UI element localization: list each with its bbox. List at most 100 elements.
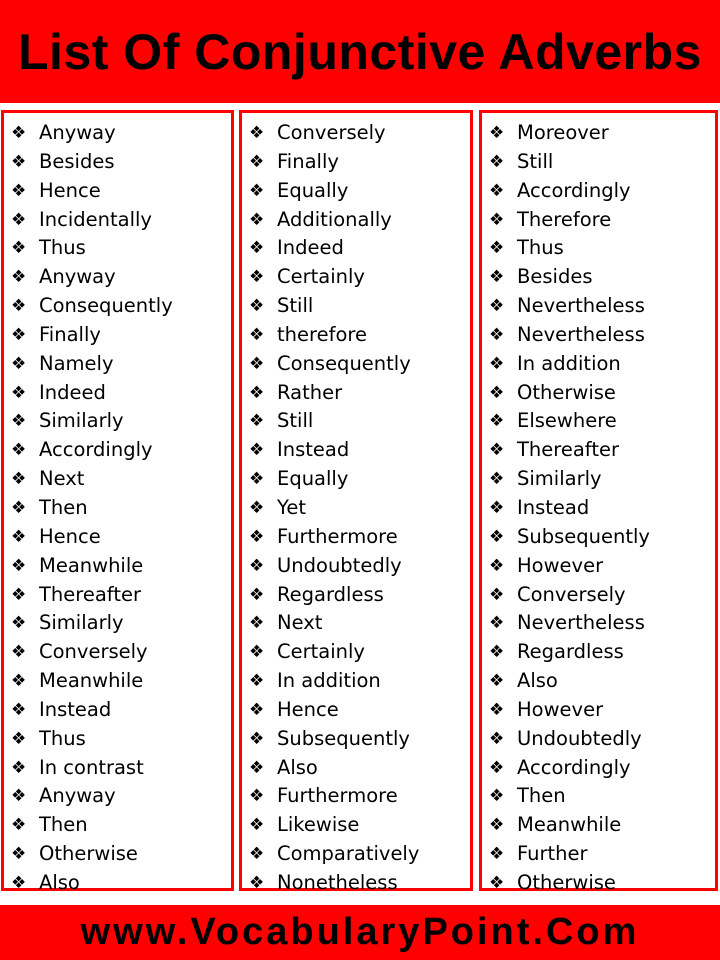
diamond-bullet-icon: ❖ [11,642,27,663]
diamond-bullet-icon: ❖ [489,872,505,893]
word-text: Besides [39,149,115,173]
list-item: ❖ Anyway [4,263,231,292]
list-item: ❖ Thereafter [482,436,715,465]
list-item: ❖ Certainly [242,263,470,292]
list-item: ❖ Thus [482,234,715,263]
diamond-bullet-icon: ❖ [249,324,265,345]
diamond-bullet-icon: ❖ [489,238,505,259]
diamond-bullet-icon: ❖ [249,555,265,576]
diamond-bullet-icon: ❖ [249,469,265,490]
list-item: ❖ Incidentally [4,206,231,235]
list-item: ❖ Still [242,292,470,321]
word-text: Meanwhile [39,669,144,693]
list-item: ❖ Besides [4,148,231,177]
list-item: ❖ Indeed [4,379,231,408]
list-item: ❖ Conversely [482,581,715,610]
list-item: ❖ Also [242,754,470,783]
list-item: ❖ Nevertheless [482,292,715,321]
word-text: Meanwhile [39,553,144,577]
word-text: Conversely [277,121,386,144]
diamond-bullet-icon: ❖ [11,872,27,893]
diamond-bullet-icon: ❖ [489,497,505,518]
list-item: ❖ Similarly [4,407,231,436]
diamond-bullet-icon: ❖ [11,411,27,432]
diamond-bullet-icon: ❖ [489,757,505,778]
diamond-bullet-icon: ❖ [11,584,27,605]
word-text: Similarly [39,611,124,635]
diamond-bullet-icon: ❖ [11,786,27,807]
word-column-3: ❖ Moreover ❖ Still ❖ Accordingly ❖ Therefore ❖ Th… [479,110,718,894]
list-item: ❖ Comparatively [242,840,470,869]
list-item: ❖ Conversely [4,638,231,667]
list-item: ❖ Hence [4,523,231,552]
word-text: Thus [39,236,86,260]
list-item: ❖ Equally [242,465,470,494]
word-text: Hence [39,524,101,548]
word-text: Similarly [517,467,602,491]
diamond-bullet-icon: ❖ [249,238,265,259]
list-item: ❖ Next [242,609,470,638]
diamond-bullet-icon: ❖ [11,815,27,836]
diamond-bullet-icon: ❖ [489,526,505,547]
diamond-bullet-icon: ❖ [249,151,265,172]
word-text: Also [277,755,318,779]
diamond-bullet-icon: ❖ [489,353,505,374]
diamond-bullet-icon: ❖ [249,353,265,374]
word-text: Otherwise [39,842,138,866]
word-text: Hence [39,178,101,202]
list-item: ❖ Still [482,148,715,177]
list-item: ❖ Conversely [242,119,470,148]
diamond-bullet-icon: ❖ [249,411,265,432]
list-item: ❖ Hence [242,696,470,725]
diamond-bullet-icon: ❖ [489,844,505,865]
diamond-bullet-icon: ❖ [11,353,27,374]
word-text: Rather [277,380,343,404]
diamond-bullet-icon: ❖ [11,671,27,692]
list-item: ❖ Consequently [242,350,470,379]
word-text: Subsequently [277,726,410,750]
diamond-bullet-icon: ❖ [11,497,27,518]
word-column-1: ❖ Anyway ❖ Besides ❖ Hence ❖ Incidentally ❖ Thus ❖… [1,110,234,894]
diamond-bullet-icon: ❖ [11,440,27,461]
list-item: ❖ Subsequently [242,725,470,754]
word-text: Likewise [277,813,360,837]
list-item: ❖ Nonetheless [242,869,470,898]
list-item: ❖ Accordingly [4,436,231,465]
word-text: Moreover [517,121,609,144]
diamond-bullet-icon: ❖ [249,815,265,836]
diamond-bullet-icon: ❖ [11,382,27,403]
list-item: ❖ Anyway [4,782,231,811]
word-text: therefore [277,322,367,346]
diamond-bullet-icon: ❖ [489,151,505,172]
word-text: Namely [39,351,114,375]
word-text: Otherwise [517,870,616,894]
word-text: Besides [517,265,593,289]
diamond-bullet-icon: ❖ [249,584,265,605]
list-item: ❖ Moreover [482,119,715,148]
list-item: ❖ Meanwhile [4,667,231,696]
word-text: Comparatively [277,842,420,866]
page-title: List Of Conjunctive Adverbs [18,23,702,80]
list-item: ❖ Anyway [4,119,231,148]
word-text: Equally [277,178,349,202]
list-item: ❖ Subsequently [482,523,715,552]
diamond-bullet-icon: ❖ [11,526,27,547]
diamond-bullet-icon: ❖ [489,296,505,317]
list-item: ❖ Consequently [4,292,231,321]
diamond-bullet-icon: ❖ [11,238,27,259]
diamond-bullet-icon: ❖ [249,267,265,288]
diamond-bullet-icon: ❖ [249,526,265,547]
list-item: ❖ Also [4,869,231,898]
word-text: Regardless [517,640,624,664]
list-item: ❖ Then [482,782,715,811]
word-text: Accordingly [39,438,153,462]
list-item: ❖ Namely [4,350,231,379]
diamond-bullet-icon: ❖ [249,180,265,201]
diamond-bullet-icon: ❖ [489,699,505,720]
list-item: ❖ Undoubtedly [482,725,715,754]
list-item: ❖ Finally [4,321,231,350]
word-text: However [517,697,604,721]
list-item: ❖ Next [4,465,231,494]
word-text: Nonetheless [277,870,398,894]
diamond-bullet-icon: ❖ [489,469,505,490]
